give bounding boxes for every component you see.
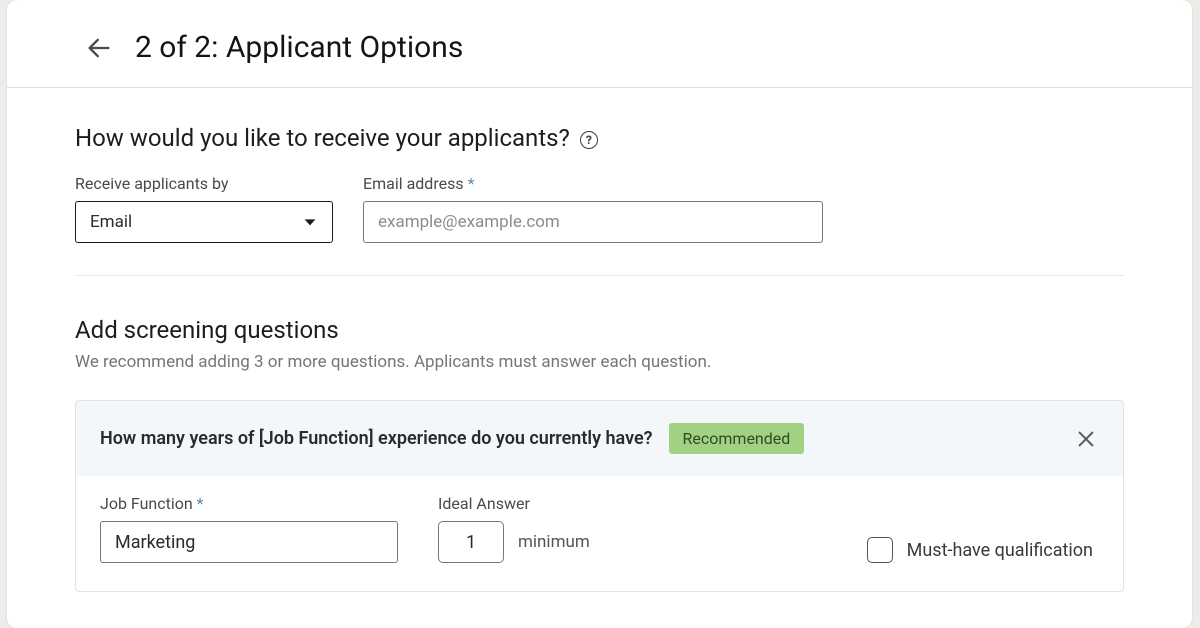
must-have-checkbox[interactable]	[867, 537, 893, 563]
receive-by-value: Email	[90, 212, 132, 232]
ideal-answer-suffix: minimum	[518, 532, 590, 552]
section-divider	[75, 275, 1124, 276]
ideal-answer-row: minimum	[438, 521, 590, 563]
email-input[interactable]	[363, 201, 823, 243]
close-icon	[1075, 428, 1097, 450]
receive-by-label: Receive applicants by	[75, 174, 333, 193]
job-function-field: Job Function *	[100, 494, 398, 563]
email-label-text: Email address	[363, 174, 464, 193]
receive-heading-row: How would you like to receive your appli…	[75, 124, 1124, 152]
content: How would you like to receive your appli…	[7, 88, 1192, 592]
recommended-badge: Recommended	[669, 423, 805, 454]
receive-fields-row: Receive applicants by Email Email addres…	[75, 174, 1124, 243]
question-text: How many years of [Job Function] experie…	[100, 428, 653, 449]
job-function-label: Job Function *	[100, 494, 398, 513]
required-star-icon: *	[197, 494, 204, 513]
screening-subtext: We recommend adding 3 or more questions.…	[75, 352, 1124, 372]
email-field: Email address *	[363, 174, 823, 243]
screening-heading: Add screening questions	[75, 316, 1124, 344]
question-body: Job Function * Ideal Answer minimum	[76, 476, 1123, 591]
remove-question-button[interactable]	[1073, 426, 1099, 452]
ideal-answer-label: Ideal Answer	[438, 494, 590, 513]
receive-by-field: Receive applicants by Email	[75, 174, 333, 243]
back-button[interactable]	[85, 34, 113, 62]
arrow-left-icon	[85, 34, 113, 62]
must-have-field: Must-have qualification	[867, 537, 1099, 563]
must-have-label: Must-have qualification	[907, 540, 1093, 561]
job-function-label-text: Job Function	[100, 494, 193, 513]
help-icon[interactable]: ?	[580, 131, 598, 149]
screening-question-card: How many years of [Job Function] experie…	[75, 400, 1124, 592]
email-label: Email address *	[363, 174, 823, 193]
job-function-input[interactable]	[100, 521, 398, 563]
chevron-down-icon	[302, 214, 318, 230]
ideal-answer-input[interactable]	[438, 521, 504, 563]
required-star-icon: *	[468, 174, 475, 193]
receive-heading: How would you like to receive your appli…	[75, 124, 570, 152]
ideal-answer-field: Ideal Answer minimum	[438, 494, 590, 563]
page-header: 2 of 2: Applicant Options	[7, 0, 1192, 87]
question-header: How many years of [Job Function] experie…	[76, 401, 1123, 476]
form-card: 2 of 2: Applicant Options How would you …	[7, 0, 1192, 628]
page-title: 2 of 2: Applicant Options	[135, 30, 463, 65]
receive-by-select[interactable]: Email	[75, 201, 333, 243]
screening-section: Add screening questions We recommend add…	[75, 316, 1124, 592]
